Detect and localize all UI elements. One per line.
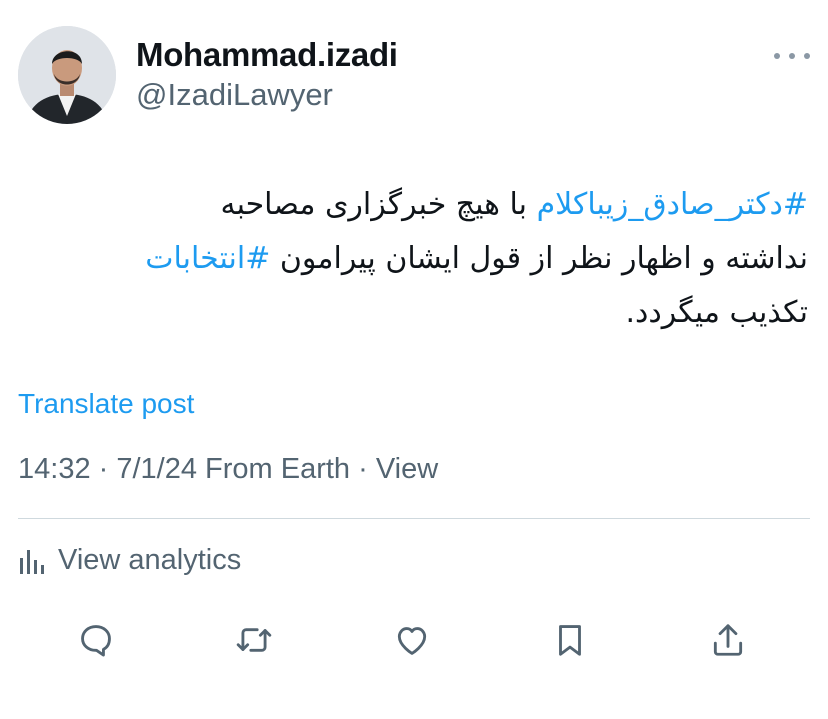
translate-post-link[interactable]: Translate post <box>18 388 194 420</box>
more-horizontal-icon <box>804 53 810 59</box>
reply-button[interactable] <box>72 616 120 664</box>
avatar[interactable] <box>18 26 116 124</box>
share-icon <box>713 624 743 656</box>
more-horizontal-icon <box>789 53 795 59</box>
author-name[interactable]: Mohammad.izadi <box>136 36 398 74</box>
hashtag-link[interactable]: #انتخابات <box>145 241 270 276</box>
bookmark-icon <box>559 625 581 656</box>
post-text-line: #دکتر_صادق_زیباکلام با هیچ خبرگزاری مصاح… <box>28 178 809 232</box>
post-text-line: نداشته و اظهار نظر از قول ایشان پیرامون … <box>28 232 808 286</box>
repost-icon <box>236 628 272 652</box>
post-text-segment: تکذیب میگردد. <box>625 295 808 330</box>
repost-button[interactable] <box>230 616 278 664</box>
post-text: #دکتر_صادق_زیباکلام با هیچ خبرگزاری مصاح… <box>28 178 808 340</box>
bar-chart-icon <box>20 549 44 574</box>
action-bar <box>0 612 828 668</box>
more-options-button[interactable] <box>774 44 810 68</box>
view-analytics-label: View analytics <box>58 544 242 576</box>
bookmark-button[interactable] <box>546 616 594 664</box>
post-text-segment: با هیچ خبرگزاری مصاحبه <box>220 187 537 222</box>
view-analytics-link[interactable]: View analytics <box>18 544 241 577</box>
post-text-segment: نداشته و اظهار نظر از قول ایشان پیرامون <box>270 241 808 276</box>
hashtag-link[interactable]: #دکتر_صادق_زیباکلام <box>537 187 808 222</box>
like-button[interactable] <box>388 616 436 664</box>
post-metadata: 14:32 · 7/1/24 From Earth · View <box>18 453 439 485</box>
reply-icon <box>81 625 111 657</box>
divider <box>18 518 810 519</box>
share-button[interactable] <box>704 616 752 664</box>
heart-icon <box>397 627 427 655</box>
post-text-line: تکذیب میگردد. <box>28 286 808 340</box>
author-handle[interactable]: @IzadiLawyer <box>136 77 333 113</box>
more-horizontal-icon <box>774 53 780 59</box>
